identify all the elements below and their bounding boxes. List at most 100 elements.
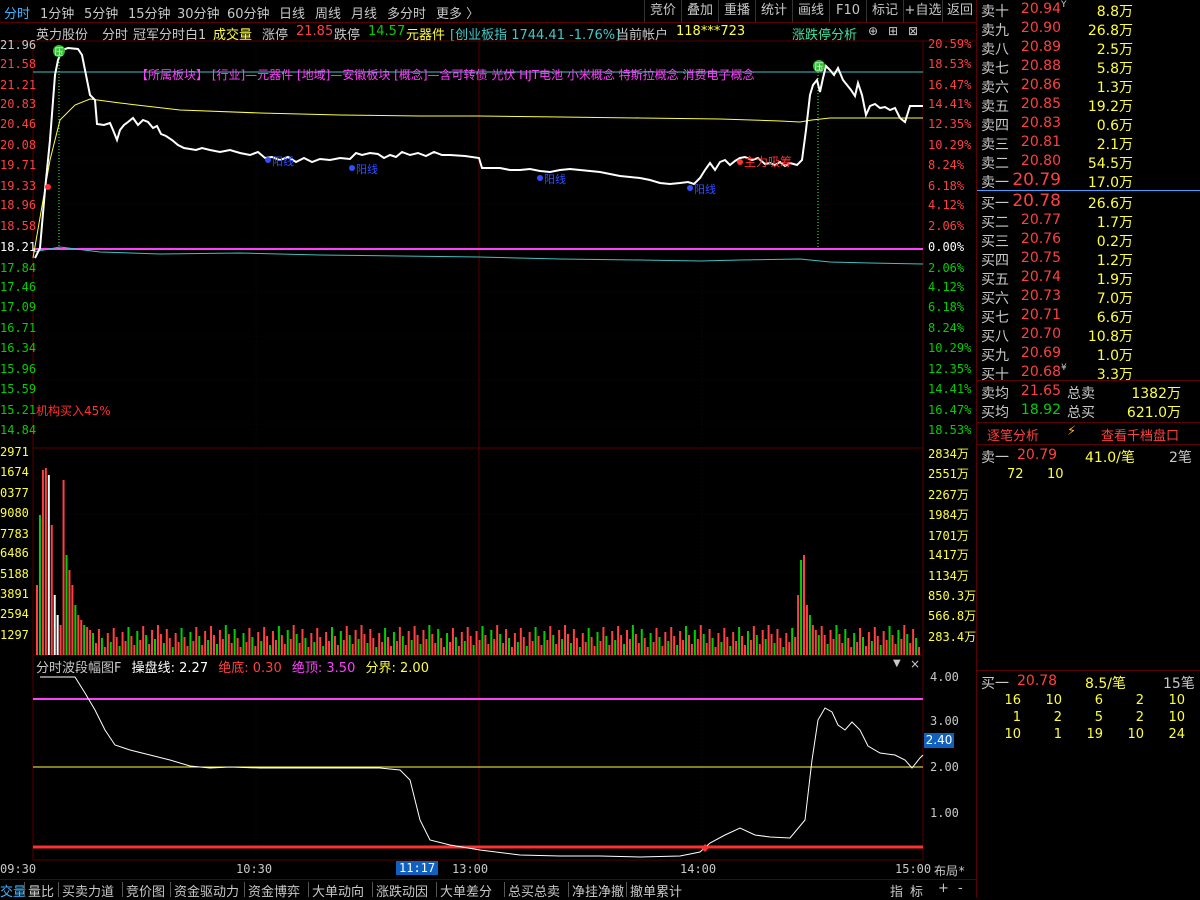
volume-bar	[260, 641, 263, 655]
volume-bar	[263, 627, 266, 655]
volume-bar	[741, 636, 744, 655]
bottom-tab[interactable]: 大单动向	[312, 881, 364, 900]
volume-bar	[245, 642, 248, 655]
volume-bar	[537, 636, 540, 655]
volume-bar	[47, 475, 50, 655]
volume-bar	[487, 644, 490, 655]
buy-level-row[interactable]: 买五 20.74 1.9万	[977, 268, 1200, 288]
buy-level-row[interactable]: 买一 20.78 26.6万	[977, 191, 1200, 212]
volume-bar	[392, 632, 395, 655]
bottom-tab[interactable]: 净挂净撤	[572, 881, 624, 900]
sell-level-row[interactable]: 卖七 20.88 5.8万	[977, 57, 1200, 77]
buy-level-row[interactable]: 买九 20.69 1.0万	[977, 344, 1200, 364]
buy1-order-size: 19	[1086, 727, 1103, 742]
volume-bar	[838, 634, 841, 655]
svg-text:压: 压	[814, 62, 823, 73]
order-book-panel: 卖十 20.94 Y 8.8万 卖九 20.90 26.8万 卖八 20.89 2.5万 卖七 20.…	[976, 0, 1200, 898]
volume-bar	[661, 646, 664, 655]
volume-bar	[195, 627, 198, 655]
volume-bar	[227, 634, 230, 655]
bottom-tab[interactable]: 大单差分	[440, 881, 492, 900]
volume-bar	[369, 629, 372, 655]
layout-button[interactable]: 布局*	[934, 862, 965, 879]
volume-bar	[646, 647, 649, 655]
volume-bar	[782, 647, 785, 655]
buy1-order-size: 16	[1004, 693, 1021, 708]
volume-bar	[224, 625, 227, 655]
sell-level-row[interactable]: 卖四 20.83 0.6万	[977, 114, 1200, 134]
volume-bar	[670, 627, 673, 655]
volume-bar	[390, 646, 392, 655]
volume-bar	[587, 628, 590, 655]
volume-bar	[422, 630, 425, 655]
buy-level-row[interactable]: 买七 20.71 6.6万	[977, 306, 1200, 326]
volume-bar	[115, 637, 118, 655]
buy-level-row[interactable]: 买四 20.75 1.2万	[977, 249, 1200, 269]
volume-bar	[599, 641, 602, 655]
bottom-right-control[interactable]: 标	[910, 881, 923, 900]
volume-bar	[593, 646, 596, 655]
buy1-order-size: 10	[1004, 727, 1021, 742]
volume-bar	[853, 633, 856, 655]
volume-bar	[608, 645, 611, 655]
volume-bar	[325, 632, 328, 655]
volume-bar	[269, 645, 272, 655]
sell-level-row[interactable]: 卖一 20.79 17.0万	[977, 170, 1200, 191]
indicator-dropdown-icon[interactable]: ▼	[893, 658, 901, 669]
intraday-chart[interactable]: 压 压 【所属板块】 [行业]—元器件 [地域]—安徽板块 [概念]—含可转债 …	[0, 0, 976, 879]
sell-level-row[interactable]: 卖三 20.81 2.1万	[977, 133, 1200, 153]
bottom-right-control[interactable]: +	[938, 881, 949, 896]
volume-bar	[805, 605, 808, 655]
volume-bar	[71, 585, 74, 655]
volume-bar	[475, 631, 478, 655]
volume-bar	[431, 634, 434, 655]
volume-bar	[558, 630, 561, 655]
bottom-tab[interactable]: 撤单累计	[630, 881, 682, 900]
volume-bar	[162, 643, 165, 655]
buy1-order-size: 6	[1094, 693, 1103, 708]
volume-bar	[800, 560, 803, 655]
buy1-order-size: 10	[1168, 693, 1185, 708]
bottom-right-control[interactable]: 指	[890, 881, 903, 900]
volume-bar	[867, 632, 870, 655]
buy-level-row[interactable]: 买二 20.77 1.7万	[977, 211, 1200, 231]
bottom-tab[interactable]: 量比	[28, 881, 54, 900]
volume-bar	[50, 525, 53, 655]
tick-analysis-link[interactable]: 逐笔分析	[987, 425, 1039, 444]
volume-bar	[564, 625, 567, 655]
bottom-tab[interactable]: 交量	[0, 881, 26, 900]
bottom-tab[interactable]: 资金博弈	[248, 881, 300, 900]
volume-bar	[714, 647, 717, 655]
buy-level-row[interactable]: 买八 20.70 10.8万	[977, 325, 1200, 345]
bottom-tab[interactable]: 涨跌动因	[376, 881, 428, 900]
sell-level-row[interactable]: 卖八 20.89 2.5万	[977, 38, 1200, 58]
sell-level-row[interactable]: 卖九 20.90 26.8万	[977, 19, 1200, 39]
buy-level-row[interactable]: 买六 20.73 7.0万	[977, 287, 1200, 307]
volume-bar	[664, 632, 667, 655]
sell-level-row[interactable]: 卖六 20.86 1.3万	[977, 76, 1200, 96]
indicator-close-icon[interactable]: ×	[910, 657, 920, 671]
view-1000-link[interactable]: 查看千档盘口	[1101, 425, 1179, 444]
volume-bar	[239, 647, 242, 655]
indicator-title[interactable]: 分时波段幅图F	[36, 661, 121, 676]
sell-level-row[interactable]: 卖二 20.80 54.5万	[977, 152, 1200, 172]
sell-level-row[interactable]: 卖五 20.85 19.2万	[977, 95, 1200, 115]
bottom-right-control[interactable]: -	[958, 881, 963, 896]
bottom-tab[interactable]: 买卖力道	[62, 881, 114, 900]
volume-bar	[605, 636, 608, 655]
buy-level-row[interactable]: 买三 20.76 0.2万	[977, 230, 1200, 250]
volume-bar	[752, 626, 755, 655]
volume-bar	[277, 626, 280, 655]
bottom-tab[interactable]: 资金驱动力	[174, 881, 239, 900]
bottom-tab[interactable]: 总买总卖	[508, 881, 560, 900]
time-axis: 09:30 10:30 11:17 13:00 14:00 15:00 布局*	[0, 861, 966, 879]
volume-bar	[490, 630, 493, 655]
volume-bar	[555, 644, 558, 655]
bottom-tab[interactable]: 竞价图	[126, 881, 165, 900]
volume-bar	[336, 645, 339, 655]
volume-bar	[894, 644, 897, 655]
sell-level-row[interactable]: 卖十 20.94 Y 8.8万	[977, 0, 1200, 20]
volume-bar	[767, 625, 770, 655]
volume-bar	[481, 626, 484, 655]
volume-bar	[791, 628, 794, 655]
